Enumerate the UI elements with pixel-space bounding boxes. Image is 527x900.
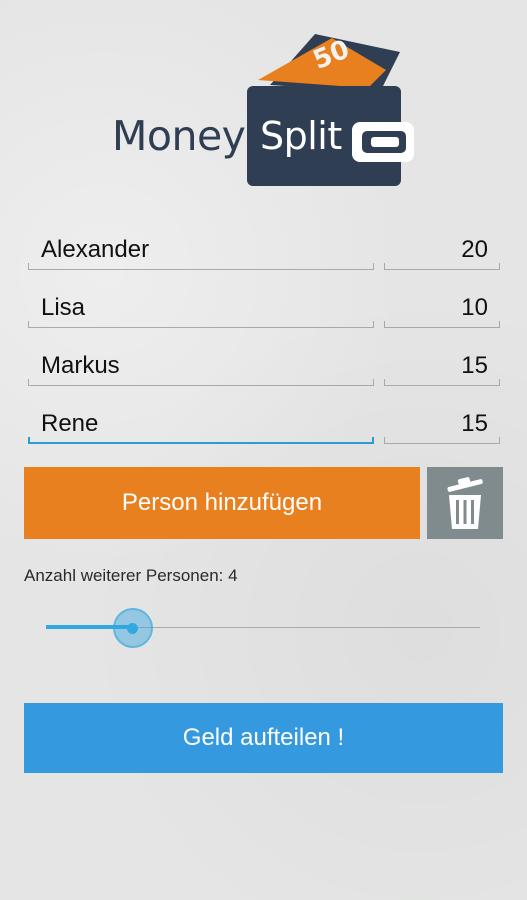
field-underline (28, 379, 374, 386)
person-name-value: Rene (41, 410, 99, 437)
field-underline (28, 263, 374, 270)
app-logo: Money 50 Split (0, 0, 527, 200)
person-amount-value: 15 (461, 410, 488, 437)
field-underline (384, 263, 500, 270)
slider-thumb-core (127, 622, 139, 634)
person-name-field[interactable]: Markus (28, 342, 374, 386)
additional-persons-slider[interactable] (46, 608, 480, 648)
add-person-button[interactable]: Person hinzufügen (24, 467, 420, 539)
slider-thumb[interactable] (112, 608, 153, 648)
person-amount-field[interactable]: 15 (384, 400, 500, 444)
delete-person-button[interactable] (427, 467, 503, 539)
person-name-field[interactable]: Alexander (28, 226, 374, 270)
person-name-field-focused[interactable]: Rene (28, 400, 374, 444)
person-name-field[interactable]: Lisa (28, 284, 374, 328)
person-row: Lisa 10 (0, 284, 527, 332)
person-amount-field[interactable]: 20 (384, 226, 500, 270)
field-underline (28, 321, 374, 328)
person-row: Rene 15 (0, 400, 527, 448)
field-underline (384, 379, 500, 386)
logo-text-split: Split (260, 114, 342, 158)
trash-icon (447, 477, 483, 529)
logo-text-money: Money (112, 112, 246, 160)
person-amount-field[interactable]: 15 (384, 342, 500, 386)
split-money-button[interactable]: Geld aufteilen ! (24, 703, 503, 773)
field-underline (384, 321, 500, 328)
person-name-value: Markus (41, 352, 120, 379)
person-name-value: Alexander (41, 236, 150, 263)
person-amount-value: 15 (461, 352, 488, 379)
person-amount-value: 10 (461, 294, 488, 321)
person-amount-field[interactable]: 10 (384, 284, 500, 328)
field-underline (28, 437, 374, 444)
additional-persons-label: Anzahl weiterer Personen: 4 (24, 566, 238, 585)
field-underline (384, 437, 500, 444)
person-row: Alexander 20 (0, 226, 527, 274)
person-name-value: Lisa (41, 294, 86, 321)
person-row: Markus 15 (0, 342, 527, 390)
person-amount-value: 20 (461, 236, 488, 263)
